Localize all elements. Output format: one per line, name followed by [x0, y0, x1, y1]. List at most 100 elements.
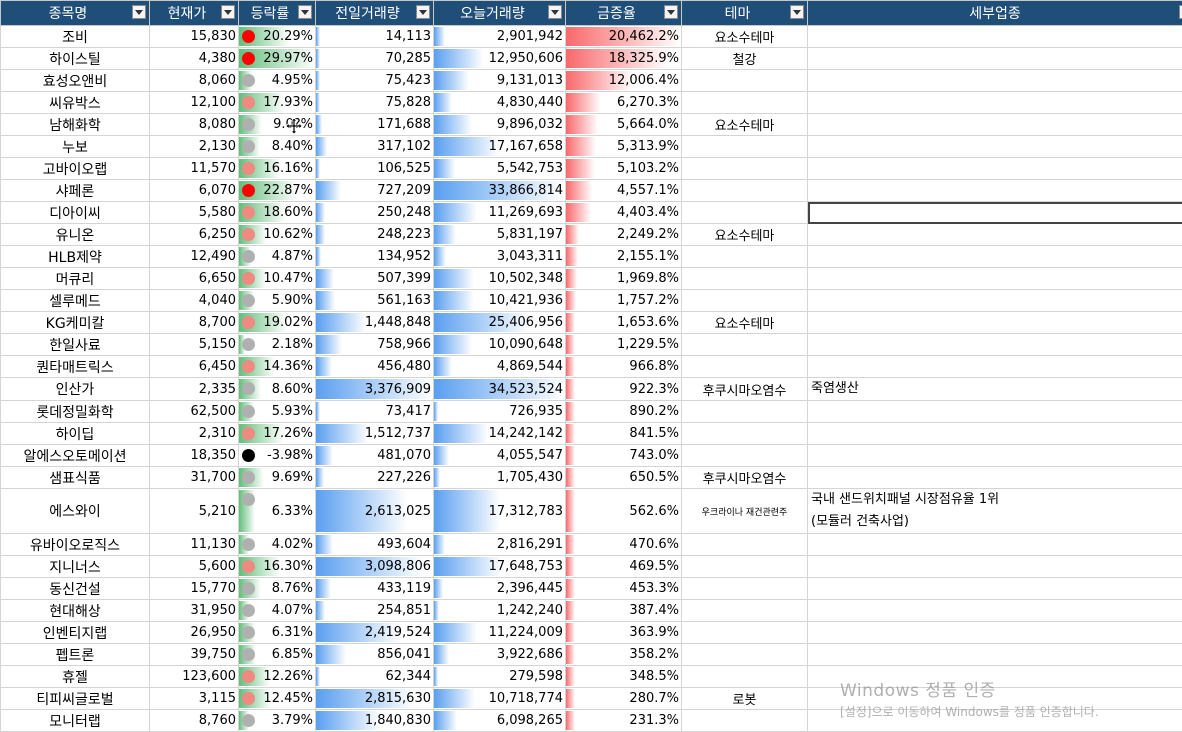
volume-ratio-cell[interactable]: 650.5%: [565, 466, 682, 489]
volume-ratio-cell[interactable]: 280.7%: [565, 687, 682, 710]
price-cell[interactable]: 8,060: [149, 69, 239, 92]
price-cell[interactable]: 5,150: [149, 333, 239, 356]
filter-dropdown-icon[interactable]: [416, 5, 430, 19]
theme-cell[interactable]: [681, 555, 808, 578]
volume-ratio-cell[interactable]: 363.9%: [565, 621, 682, 644]
stock-name-cell[interactable]: KG케미칼: [0, 311, 150, 334]
prev-volume-cell[interactable]: 493,604: [315, 533, 434, 556]
change-cell[interactable]: -3.98%: [238, 444, 316, 467]
change-cell[interactable]: 12.45%: [238, 687, 316, 710]
price-cell[interactable]: 5,210: [149, 488, 239, 534]
price-cell[interactable]: 6,650: [149, 267, 239, 290]
stock-name-cell[interactable]: 티피씨글로벌: [0, 687, 150, 710]
sector-cell[interactable]: [807, 422, 1182, 445]
stock-name-cell[interactable]: 샤페론: [0, 179, 150, 202]
theme-cell[interactable]: 요소수테마: [681, 311, 808, 334]
volume-ratio-cell[interactable]: 841.5%: [565, 422, 682, 445]
theme-cell[interactable]: [681, 444, 808, 467]
prev-volume-cell[interactable]: 727,209: [315, 179, 434, 202]
filter-dropdown-icon[interactable]: [298, 5, 312, 19]
today-volume-cell[interactable]: 726,935: [433, 400, 566, 423]
theme-cell[interactable]: 요소수테마: [681, 25, 808, 48]
sector-cell[interactable]: [807, 643, 1182, 666]
price-cell[interactable]: 39,750: [149, 643, 239, 666]
sector-cell[interactable]: [807, 69, 1182, 92]
price-cell[interactable]: 31,950: [149, 599, 239, 622]
prev-volume-cell[interactable]: 70,285: [315, 47, 434, 70]
stock-name-cell[interactable]: 지니너스: [0, 555, 150, 578]
today-volume-cell[interactable]: 2,396,445: [433, 577, 566, 600]
theme-cell[interactable]: [681, 400, 808, 423]
stock-name-cell[interactable]: 모니터랩: [0, 709, 150, 732]
prev-volume-cell[interactable]: 254,851: [315, 599, 434, 622]
volume-ratio-cell[interactable]: 4,403.4%: [565, 201, 682, 224]
theme-cell[interactable]: [681, 577, 808, 600]
volume-ratio-cell[interactable]: 5,103.2%: [565, 157, 682, 180]
theme-cell[interactable]: [681, 643, 808, 666]
sector-cell[interactable]: [807, 621, 1182, 644]
price-cell[interactable]: 26,950: [149, 621, 239, 644]
change-cell[interactable]: 4.95%: [238, 69, 316, 92]
prev-volume-cell[interactable]: 62,344: [315, 665, 434, 688]
volume-ratio-cell[interactable]: 5,313.9%: [565, 135, 682, 158]
sector-cell[interactable]: [807, 555, 1182, 578]
today-volume-cell[interactable]: 11,224,009: [433, 621, 566, 644]
stock-name-cell[interactable]: 인벤티지랩: [0, 621, 150, 644]
theme-cell[interactable]: [681, 157, 808, 180]
theme-cell[interactable]: [681, 533, 808, 556]
price-cell[interactable]: 12,100: [149, 91, 239, 114]
stock-name-cell[interactable]: 조비: [0, 25, 150, 48]
volume-ratio-cell[interactable]: 562.6%: [565, 488, 682, 534]
sector-cell[interactable]: 국내 샌드위치패널 시장점유율 1위 (모듈러 건축사업): [807, 488, 1182, 534]
sector-cell[interactable]: [807, 533, 1182, 556]
change-cell[interactable]: 6.85%: [238, 643, 316, 666]
price-cell[interactable]: 18,350: [149, 444, 239, 467]
theme-cell[interactable]: 후쿠시마오염수: [681, 377, 808, 401]
filter-dropdown-icon[interactable]: [790, 5, 804, 19]
today-volume-cell[interactable]: 1,242,240: [433, 599, 566, 622]
sector-cell[interactable]: [807, 201, 1182, 224]
prev-volume-cell[interactable]: 507,399: [315, 267, 434, 290]
change-cell[interactable]: 3.79%: [238, 709, 316, 732]
stock-name-cell[interactable]: 동신건설: [0, 577, 150, 600]
today-volume-cell[interactable]: 3,922,686: [433, 643, 566, 666]
theme-cell[interactable]: [681, 245, 808, 268]
change-cell[interactable]: 16.16%: [238, 157, 316, 180]
price-cell[interactable]: 5,580: [149, 201, 239, 224]
price-cell[interactable]: 2,310: [149, 422, 239, 445]
prev-volume-cell[interactable]: 134,952: [315, 245, 434, 268]
volume-ratio-cell[interactable]: 743.0%: [565, 444, 682, 467]
prev-volume-cell[interactable]: 3,098,806: [315, 555, 434, 578]
volume-ratio-cell[interactable]: 453.3%: [565, 577, 682, 600]
change-cell[interactable]: 22.87%: [238, 179, 316, 202]
stock-name-cell[interactable]: 한일사료: [0, 333, 150, 356]
sector-cell[interactable]: [807, 135, 1182, 158]
change-cell[interactable]: 5.93%: [238, 400, 316, 423]
today-volume-cell[interactable]: 17,648,753: [433, 555, 566, 578]
sector-cell[interactable]: [807, 47, 1182, 70]
change-cell[interactable]: 4.07%: [238, 599, 316, 622]
today-volume-cell[interactable]: 10,090,648: [433, 333, 566, 356]
stock-name-cell[interactable]: 남해화학: [0, 113, 150, 136]
price-cell[interactable]: 12,490: [149, 245, 239, 268]
theme-cell[interactable]: [681, 621, 808, 644]
stock-name-cell[interactable]: 샘표식품: [0, 466, 150, 489]
theme-cell[interactable]: [681, 333, 808, 356]
theme-cell[interactable]: 우크라이나 재건관련주: [681, 488, 808, 534]
today-volume-cell[interactable]: 25,406,956: [433, 311, 566, 334]
theme-cell[interactable]: 철강: [681, 47, 808, 70]
price-cell[interactable]: 8,700: [149, 311, 239, 334]
today-volume-cell[interactable]: 279,598: [433, 665, 566, 688]
stock-name-cell[interactable]: 머큐리: [0, 267, 150, 290]
sector-cell[interactable]: [807, 157, 1182, 180]
change-cell[interactable]: 5.90%: [238, 289, 316, 312]
prev-volume-cell[interactable]: 2,613,025: [315, 488, 434, 534]
stock-name-cell[interactable]: 에스와이: [0, 488, 150, 534]
price-cell[interactable]: 31,700: [149, 466, 239, 489]
filter-dropdown-icon[interactable]: [548, 5, 562, 19]
prev-volume-cell[interactable]: 106,525: [315, 157, 434, 180]
price-cell[interactable]: 4,040: [149, 289, 239, 312]
stock-name-cell[interactable]: 퀀타매트릭스: [0, 355, 150, 378]
today-volume-cell[interactable]: 4,869,544: [433, 355, 566, 378]
sector-cell[interactable]: [807, 577, 1182, 600]
